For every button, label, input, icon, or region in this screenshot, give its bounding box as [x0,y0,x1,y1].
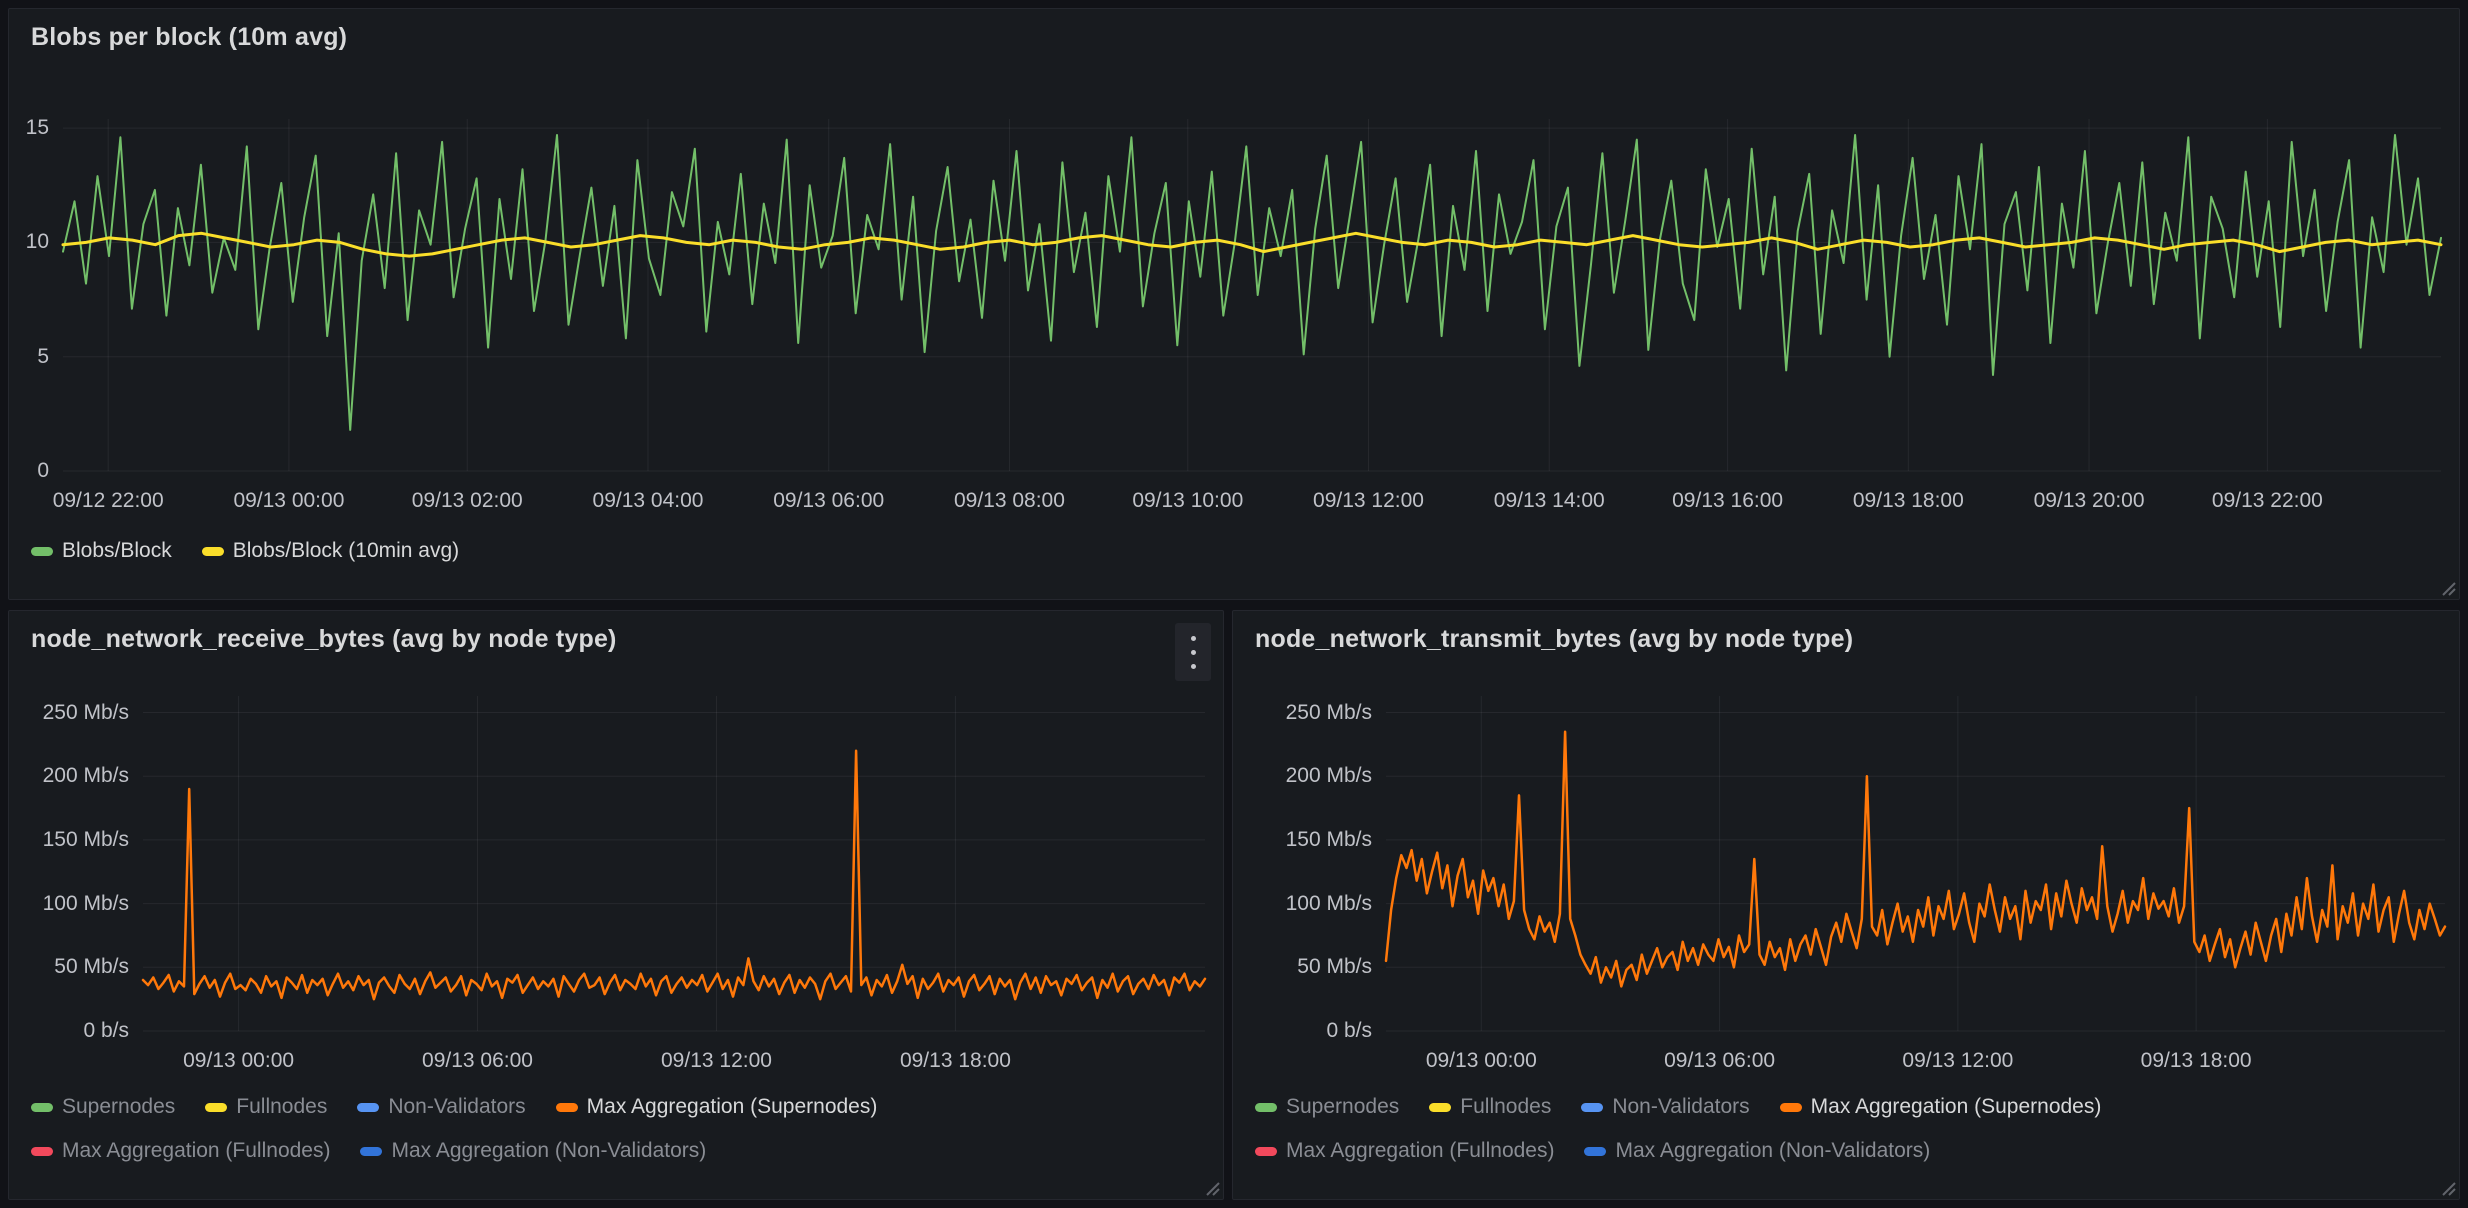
legend-item[interactable]: Max Aggregation (Supernodes) [556,1095,878,1119]
legend-swatch [31,1103,53,1112]
chart-legend: Supernodes Fullnodes Non-Validators Max Agg… [1255,1095,2423,1163]
panel-blobs-per-block: Blobs per block (10m avg) 05101509/12 22… [8,8,2460,600]
panel-resize-handle[interactable] [2438,1178,2456,1196]
legend-swatch [1429,1103,1451,1112]
grafana-dashboard: Blobs per block (10m avg) 05101509/12 22… [0,0,2468,1208]
legend-swatch [1584,1147,1606,1156]
series-line [63,135,2441,430]
kebab-icon [1191,650,1196,655]
panel-network-transmit: node_network_transmit_bytes (avg by node… [1232,610,2460,1200]
legend-item[interactable]: Blobs/Block [31,539,172,563]
legend-label: Supernodes [62,1095,175,1119]
legend-swatch [1255,1147,1277,1156]
legend-label: Blobs/Block [62,539,172,563]
legend-item[interactable]: Max Aggregation (Fullnodes) [1255,1139,1554,1163]
legend-label: Max Aggregation (Non-Validators) [391,1139,706,1163]
legend-label: Max Aggregation (Fullnodes) [1286,1139,1554,1163]
panel-resize-handle[interactable] [2438,578,2456,596]
legend-item[interactable]: Supernodes [1255,1095,1399,1119]
legend-item[interactable]: Max Aggregation (Non-Validators) [1584,1139,1930,1163]
chart-legend: Supernodes Fullnodes Non-Validators Max Agg… [31,1095,1187,1163]
legend-swatch [1780,1103,1802,1112]
legend-label: Non-Validators [388,1095,525,1119]
legend-item[interactable]: Fullnodes [1429,1095,1551,1119]
legend-label: Non-Validators [1612,1095,1749,1119]
series-line [1386,732,2445,987]
legend-item[interactable]: Fullnodes [205,1095,327,1119]
legend-item[interactable]: Blobs/Block (10min avg) [202,539,459,563]
legend-swatch [31,1147,53,1156]
legend-label: Blobs/Block (10min avg) [233,539,459,563]
legend-item[interactable]: Max Aggregation (Non-Validators) [360,1139,706,1163]
legend-label: Max Aggregation (Supernodes) [1811,1095,2102,1119]
legend-label: Max Aggregation (Fullnodes) [62,1139,330,1163]
panel-network-receive: node_network_receive_bytes (avg by node … [8,610,1224,1200]
chart-legend: Blobs/Block Blobs/Block (10min avg) [31,539,2429,563]
legend-swatch [31,547,53,556]
panel-title[interactable]: node_network_transmit_bytes (avg by node… [1255,625,1853,654]
legend-swatch [360,1147,382,1156]
legend-swatch [357,1103,379,1112]
panel-header[interactable]: node_network_receive_bytes (avg by node … [9,611,1223,667]
panel-title[interactable]: node_network_receive_bytes (avg by node … [31,625,617,654]
legend-swatch [1255,1103,1277,1112]
legend-swatch [202,547,224,556]
series-line [63,233,2441,256]
kebab-icon [1191,664,1196,669]
legend-item[interactable]: Max Aggregation (Fullnodes) [31,1139,330,1163]
legend-swatch [205,1103,227,1112]
panel-resize-handle[interactable] [1202,1178,1220,1196]
legend-label: Fullnodes [1460,1095,1551,1119]
series-line [143,751,1205,999]
panel-header[interactable]: node_network_transmit_bytes (avg by node… [1233,611,2459,667]
panel-menu-button[interactable] [1175,623,1211,681]
time-series-chart[interactable]: 05101509/12 22:0009/13 00:0009/13 02:000… [9,9,2459,599]
panel-header[interactable]: Blobs per block (10m avg) [9,9,2459,65]
legend-label: Max Aggregation (Non-Validators) [1615,1139,1930,1163]
legend-item[interactable]: Max Aggregation (Supernodes) [1780,1095,2102,1119]
legend-swatch [556,1103,578,1112]
legend-item[interactable]: Supernodes [31,1095,175,1119]
legend-label: Fullnodes [236,1095,327,1119]
legend-item[interactable]: Non-Validators [357,1095,525,1119]
legend-label: Supernodes [1286,1095,1399,1119]
legend-label: Max Aggregation (Supernodes) [587,1095,878,1119]
panel-title[interactable]: Blobs per block (10m avg) [31,23,347,52]
kebab-icon [1191,636,1196,641]
legend-swatch [1581,1103,1603,1112]
legend-item[interactable]: Non-Validators [1581,1095,1749,1119]
